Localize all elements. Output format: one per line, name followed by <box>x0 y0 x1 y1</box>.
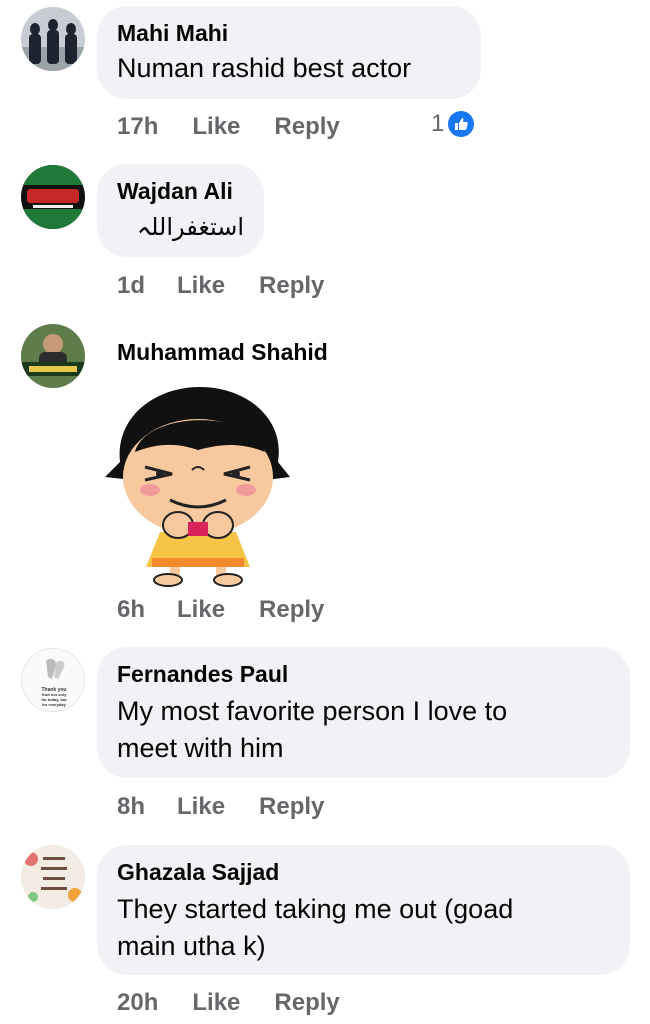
comment-text-line: meet with him <box>117 733 284 763</box>
like-button[interactable]: Like <box>192 113 240 141</box>
reply-button[interactable]: Reply <box>259 793 324 821</box>
like-button[interactable]: Like <box>177 793 225 821</box>
avatar[interactable] <box>21 845 85 909</box>
avatar[interactable] <box>21 7 85 71</box>
avatar[interactable]: Thank you God not only for today, but fo… <box>21 648 85 712</box>
comment-actions: 20h Like Reply <box>117 986 374 1020</box>
comment-actions: 17h Like Reply <box>117 110 374 144</box>
avatar[interactable] <box>21 165 85 229</box>
comment-timestamp[interactable]: 20h <box>117 989 158 1017</box>
reply-button[interactable]: Reply <box>259 596 324 624</box>
commenter-name[interactable]: Fernandes Paul <box>117 660 610 688</box>
comment-bubble: Wajdan Ali استغفراللہ <box>97 164 264 257</box>
avatar[interactable] <box>21 324 85 388</box>
commenter-name[interactable]: Mahi Mahi <box>117 19 461 47</box>
comment-bubble: Mahi Mahi Numan rashid best actor <box>97 6 481 99</box>
comment-bubble: Fernandes Paul My most favorite person I… <box>97 647 630 778</box>
commenter-name[interactable]: Muhammad Shahid <box>117 338 328 366</box>
reaction-count: 1 <box>431 110 445 137</box>
commenter-name[interactable]: Wajdan Ali <box>117 177 244 205</box>
comment-text: استغفراللہ <box>137 213 244 241</box>
comment-timestamp[interactable]: 1d <box>117 272 145 300</box>
like-button[interactable]: Like <box>177 596 225 624</box>
comment-actions: 8h Like Reply <box>117 790 358 824</box>
avatar-text-line: for everyday <box>42 702 67 707</box>
comment-timestamp[interactable]: 17h <box>117 113 158 141</box>
like-thumb-icon <box>448 111 475 137</box>
comment-timestamp[interactable]: 6h <box>117 596 145 624</box>
reply-button[interactable]: Reply <box>274 989 339 1017</box>
comment-actions: 1d Like Reply <box>117 269 358 303</box>
comment-bubble: Ghazala Sajjad They started taking me ou… <box>97 845 630 975</box>
like-button[interactable]: Like <box>177 272 225 300</box>
comment-text: Numan rashid best actor <box>117 53 412 83</box>
reply-button[interactable]: Reply <box>259 272 324 300</box>
commenter-name[interactable]: Ghazala Sajjad <box>117 858 610 886</box>
reaction-summary[interactable]: 1 <box>431 110 475 138</box>
comment-actions: 6h Like Reply <box>117 593 358 627</box>
comment-text-line: They started taking me out (goad <box>117 894 514 924</box>
comment-timestamp[interactable]: 8h <box>117 793 145 821</box>
comment-text-line: My most favorite person I love to <box>117 696 508 726</box>
comment-text-line: main utha k) <box>117 931 266 961</box>
like-button[interactable]: Like <box>192 989 240 1017</box>
thumbs-up-girl-sticker[interactable] <box>100 382 295 587</box>
reply-button[interactable]: Reply <box>274 113 339 141</box>
